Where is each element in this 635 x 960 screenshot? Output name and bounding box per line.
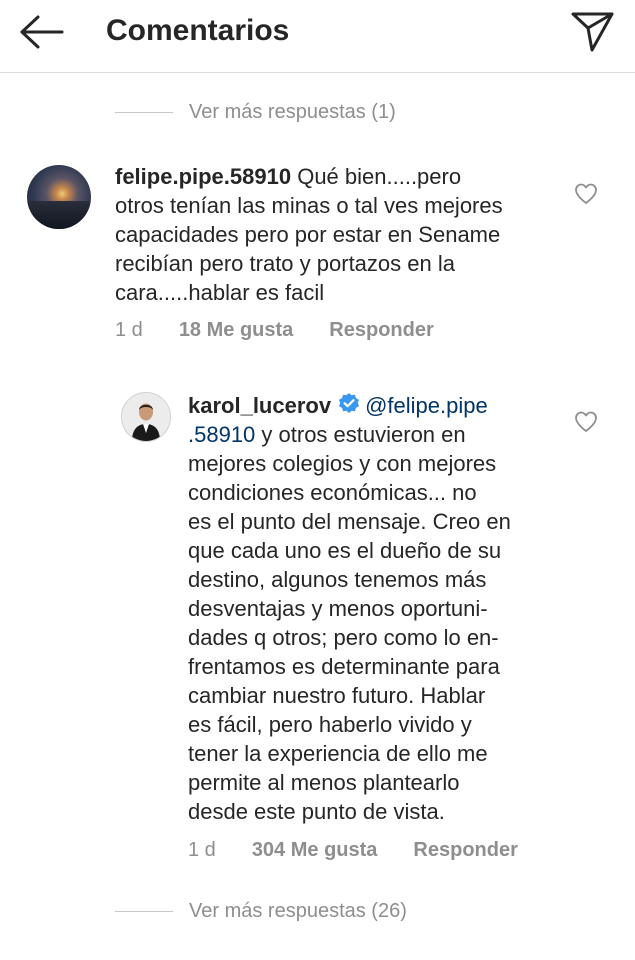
comment-username[interactable]: karol_lucerov (188, 393, 331, 418)
comment-line: es el punto del mensaje. Creo en (188, 509, 511, 534)
comment-line: .58910 y otros estuvieron en (188, 420, 568, 449)
comment-line: desde este punto de vista. (188, 799, 445, 824)
comment-text-segment: y otros estuvieron en (255, 422, 466, 447)
view-more-replies-bottom[interactable]: Ver más respuestas (26) (115, 897, 407, 925)
comment-body: felipe.pipe.58910 Qué bien.....pero otro… (115, 162, 575, 307)
back-arrow-icon (20, 15, 64, 49)
comment-line: capacidades pero por estar en Sename (115, 222, 501, 247)
comment-line: karol_lucerov @felipe.pipe (188, 391, 568, 420)
view-more-replies-label: Ver más respuestas (26) (189, 899, 407, 922)
comment-body: karol_lucerov @felipe.pipe .58910 y otro… (188, 391, 568, 826)
comment-meta: 1 d 304 Me gusta Responder (188, 837, 518, 863)
comment-line: dades q otros; pero como lo en- (188, 625, 499, 650)
person-avatar-icon (122, 393, 170, 441)
comment-line: cambiar nuestro futuro. Hablar (188, 683, 486, 708)
comment-meta: 1 d 18 Me gusta Responder (115, 317, 434, 343)
mention-link[interactable]: @felipe.pipe (365, 393, 488, 418)
share-button[interactable] (568, 8, 616, 54)
divider-line (115, 910, 173, 912)
heart-icon (575, 183, 597, 204)
comment-line: frentamos es determinante para (188, 654, 500, 679)
header-bar: Comentarios (0, 0, 635, 73)
verified-badge-icon (339, 393, 360, 413)
comment-time: 1 d (188, 838, 216, 861)
reply-button[interactable]: Responder (329, 319, 433, 342)
comment-username[interactable]: felipe.pipe.58910 (115, 164, 291, 189)
comment-line: condiciones económicas... no (188, 480, 477, 505)
page-title: Comentarios (106, 14, 290, 47)
divider-line (115, 111, 173, 113)
comment-line: otros tenían las minas o tal ves mejores (115, 193, 503, 218)
comment-line: recibían pero trato y portazos en la (115, 251, 455, 276)
view-more-replies-label: Ver más respuestas (1) (189, 100, 396, 123)
likes-count[interactable]: 18 Me gusta (179, 319, 293, 342)
like-button[interactable] (574, 411, 598, 433)
comment-line: desventajas y menos oportuni- (188, 596, 488, 621)
mention-link[interactable]: .58910 (188, 422, 255, 447)
comment-line: que cada uno es el dueño de su (188, 538, 502, 563)
like-button[interactable] (574, 183, 598, 205)
avatar-horizon (27, 201, 91, 229)
avatar[interactable] (121, 392, 171, 442)
comment-line: cara.....hablar es facil (115, 280, 325, 305)
heart-icon (575, 411, 597, 432)
likes-count[interactable]: 304 Me gusta (252, 839, 378, 862)
send-icon (571, 12, 614, 52)
reply-button[interactable]: Responder (413, 839, 517, 862)
comment-time: 1 d (115, 318, 143, 341)
avatar[interactable] (27, 165, 91, 229)
comment-line: mejores colegios y con mejores (188, 451, 497, 476)
comment-line: felipe.pipe.58910 Qué bien.....pero (115, 162, 575, 191)
comment-line: destino, algunos tenemos más (188, 567, 487, 592)
back-button[interactable] (18, 12, 66, 52)
comment-line: es fácil, pero haberlo vivido y (188, 712, 472, 737)
view-more-replies-top[interactable]: Ver más respuestas (1) (115, 98, 396, 126)
comment-line: tener la experiencia de ello me (188, 741, 488, 766)
comment-text-segment: Qué bien.....pero (291, 164, 462, 189)
comment-line: permite al menos plantearlo (188, 770, 460, 795)
